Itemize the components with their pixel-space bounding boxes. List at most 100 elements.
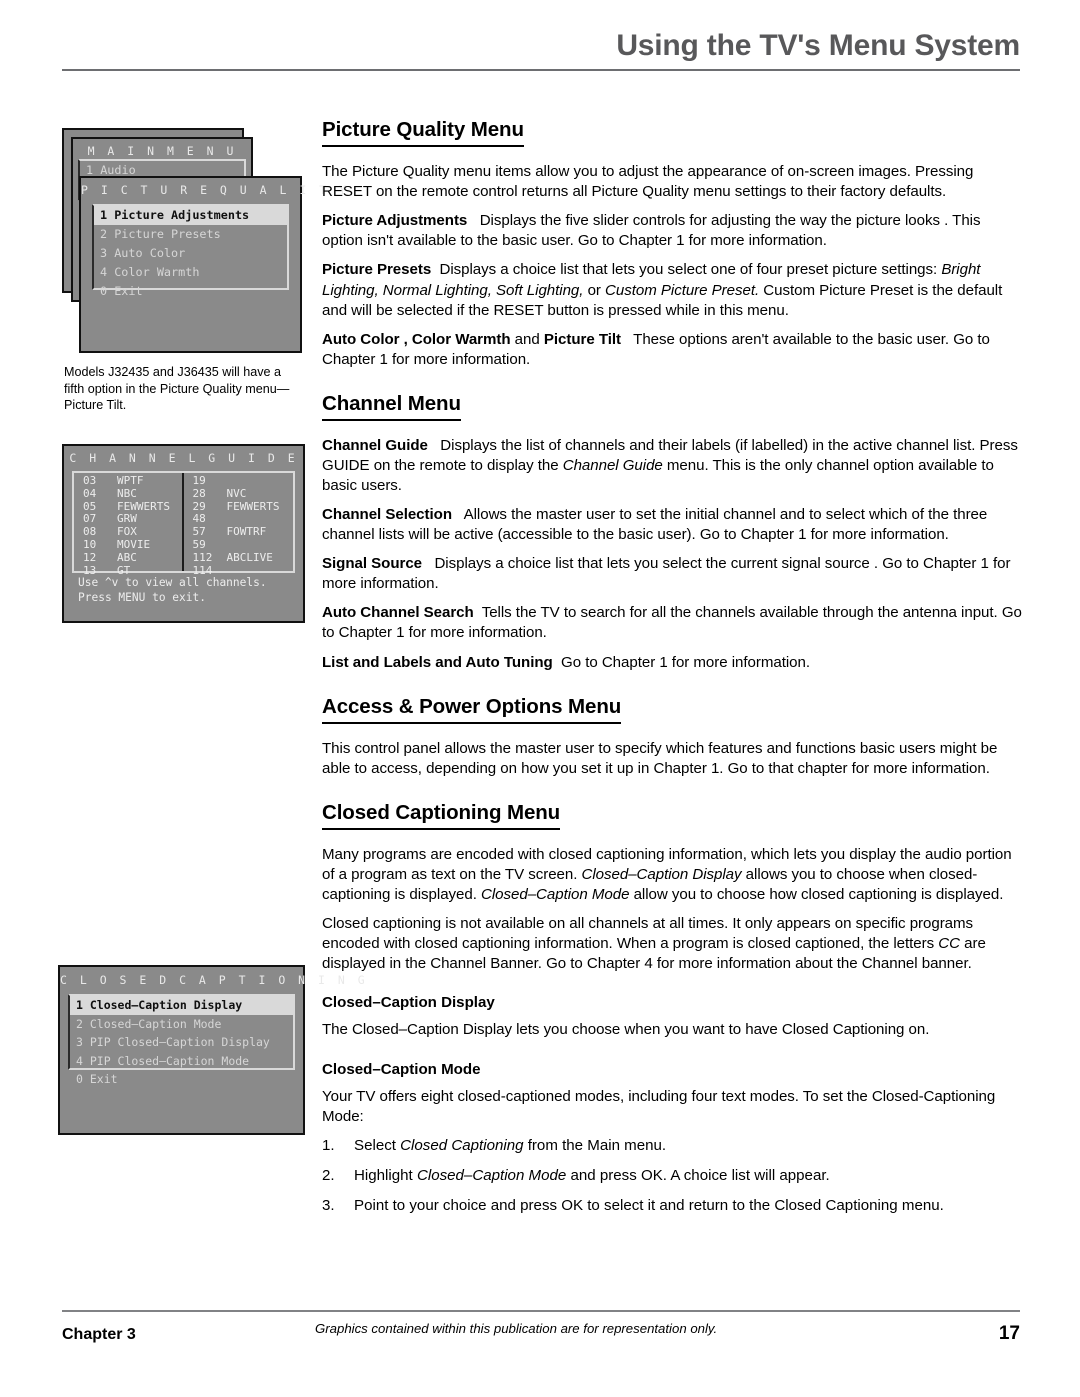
step-number: 2. — [322, 1166, 335, 1184]
paragraph-access-power: This control panel allows the master use… — [322, 739, 998, 777]
picture-quality-list: 1 Picture Adjustments 2 Picture Presets … — [92, 204, 289, 298]
paragraph-cc-availability: Closed captioning is not available on al… — [322, 914, 1022, 974]
text-list-labels: Go to Chapter 1 for more information. — [561, 653, 811, 671]
section-channel-menu: Channel Menu Channel Guide Displays the … — [322, 392, 1022, 673]
term-picture-adjustments: Picture Adjustments — [322, 212, 468, 230]
pq-item-color-warmth[interactable]: 4 Color Warmth — [94, 263, 287, 282]
main-menu-caption: Models J32435 and J36435 will have a fif… — [64, 365, 290, 413]
section-access-power: Access & Power Options Menu This control… — [322, 695, 1022, 779]
term-auto-channel-search: Auto Channel Search — [322, 604, 474, 622]
channel-label: ABC — [117, 550, 137, 564]
italic-cc-display: Closed–Caption Display — [581, 866, 742, 884]
channel-guide-footer: Use ^v to view all channels. Press MENU … — [72, 576, 295, 606]
paragraph-picture-adjustments: Picture Adjustments Displays the five sl… — [322, 211, 1022, 251]
channel-number: 10 — [83, 538, 97, 552]
channel-guide-column-right: 19 28 NVC 29 FEWWERTS 48 57 FOWTRF 59 112 AB… — [184, 473, 294, 576]
paragraph-closed-caption-display: The Closed–Caption Display lets you choo… — [322, 1021, 930, 1039]
page-header: Using the TV's Menu System — [62, 30, 1020, 71]
section-picture-quality: Picture Quality Menu The Picture Quality… — [322, 118, 1022, 370]
step-item: 1. Select Closed Captioning from the Main… — [322, 1136, 1022, 1156]
step-text-1: Highlight — [354, 1166, 417, 1184]
pq-item-auto-color[interactable]: 3 Auto Color — [94, 244, 287, 263]
italic-channel-guide: Channel Guide — [562, 457, 663, 474]
cc-item-exit[interactable]: 0 Exit — [70, 1070, 293, 1089]
italic-cc-letters: CC — [938, 935, 960, 953]
channel-label: GRW — [117, 512, 137, 526]
step-text-1: Point to your choice and press OK to sel… — [354, 1196, 944, 1214]
cc-item-display[interactable]: 1 Closed–Caption Display — [70, 996, 293, 1015]
channel-label: NVC — [226, 486, 247, 500]
pq-item-picture-adjustments[interactable]: 1 Picture Adjustments — [94, 206, 287, 225]
cc-item-mode[interactable]: 2 Closed–Caption Mode — [70, 1015, 293, 1034]
footer-note: Graphics contained within this publicati… — [315, 1321, 718, 1336]
step-number: 1. — [322, 1136, 335, 1154]
channel-guide-screenshot: C H A N N E L G U I D E 03 WPTF 04 NBC 05 F… — [62, 444, 305, 623]
closed-captioning-title: C L O S E D C A P T I O N I N G — [60, 973, 368, 987]
text-signal-source: Displays a choice list that lets you sel… — [322, 555, 1011, 593]
term-list-labels: List and Labels and Auto Tuning — [322, 653, 553, 671]
footer-row: Chapter 3 Graphics contained within this… — [62, 1312, 1020, 1345]
paragraph-signal-source: Signal Source Displays a choice list tha… — [322, 554, 1022, 594]
paragraph-picture-quality-intro: The Picture Quality menu items allow you… — [322, 163, 974, 201]
step-italic: Closed Captioning — [400, 1136, 524, 1154]
paragraph-channel-guide: Channel Guide Displays the list of chann… — [322, 436, 1022, 496]
channel-row[interactable]: 112 ABCLIVE — [184, 550, 294, 565]
step-italic: Closed–Caption Mode — [416, 1166, 567, 1184]
paragraph-list-labels: List and Labels and Auto Tuning Go to Ch… — [322, 653, 1022, 673]
cc-item-pip-display[interactable]: 3 PIP Closed–Caption Display — [70, 1033, 293, 1052]
channel-number: 04 — [83, 486, 97, 500]
step-item: 2. Highlight Closed–Caption Mode and pres… — [322, 1166, 1022, 1186]
term-auto-color: Auto Color , Color Warmth — [322, 330, 511, 348]
italic-preset-names-2: Custom Picture Preset. — [605, 281, 760, 299]
closed-caption-mode-steps: 1. Select Closed Captioning from the Main… — [322, 1136, 1022, 1216]
italic-cc-mode: Closed–Caption Mode — [481, 886, 630, 904]
channel-guide-column-left: 03 WPTF 04 NBC 05 FEWWERTS 07 GRW 08 FOX 10 MO… — [74, 473, 184, 577]
channel-label: WPTF — [117, 474, 144, 487]
channel-label: FEWWERTS — [117, 499, 170, 513]
cc-item-pip-mode[interactable]: 4 PIP Closed–Caption Mode — [70, 1052, 293, 1071]
channel-number: 19 — [192, 474, 206, 487]
channel-label: FOWTRF — [226, 525, 267, 539]
pq-item-picture-presets[interactable]: 2 Picture Presets — [94, 225, 287, 244]
channel-label: FEWWERTS — [226, 499, 280, 513]
channel-label: GT — [117, 563, 131, 577]
channel-number: 112 — [192, 550, 213, 564]
channel-guide-hint-scroll: Use ^v to view all channels. — [78, 576, 267, 589]
term-channel-selection: Channel Selection — [322, 506, 452, 524]
term-channel-guide: Channel Guide — [322, 436, 428, 454]
heading-closed-captioning-menu: Closed Captioning Menu — [322, 801, 560, 831]
paragraph-cc-overview: Many programs are encoded with closed ca… — [322, 845, 1022, 905]
term-signal-source: Signal Source — [322, 555, 423, 573]
channel-number: 12 — [83, 550, 97, 564]
page-footer: Chapter 3 Graphics contained within this… — [62, 1310, 1020, 1345]
closed-captioning-list: 1 Closed–Caption Display 2 Closed–Captio… — [68, 994, 295, 1086]
footer-page-number: 17 — [998, 1322, 1020, 1344]
step-text-1: Select — [354, 1136, 401, 1154]
channel-label: MOVIE — [117, 538, 151, 552]
channel-number: 28 — [192, 486, 206, 500]
channel-label: FOX — [117, 525, 137, 539]
channel-number: 03 — [83, 474, 97, 487]
picture-quality-title: P I C T U R E Q U A L I T Y — [81, 183, 349, 197]
channel-label: ABCLIVE — [226, 550, 273, 564]
text-picture-presets-2: or — [583, 281, 606, 299]
text-and: and — [510, 330, 544, 348]
footer-chapter-label: Chapter 3 — [62, 1325, 136, 1343]
term-picture-tilt: Picture Tilt — [543, 330, 621, 348]
section-closed-captioning: Closed Captioning Menu Many programs are… — [322, 801, 1022, 1216]
subheading-closed-caption-display: Closed–Caption Display — [322, 994, 495, 1012]
header-divider — [62, 68, 1020, 71]
paragraph-picture-presets: Picture Presets Displays a choice list t… — [322, 260, 1022, 320]
step-text-2: from the Main menu. — [523, 1136, 667, 1154]
channel-label: NBC — [117, 486, 137, 500]
pq-item-exit[interactable]: 0 Exit — [94, 282, 287, 301]
page-title: Using the TV's Menu System — [616, 29, 1020, 62]
channel-guide-title: C H A N N E L G U I D E — [69, 451, 298, 465]
heading-channel-menu: Channel Menu — [322, 392, 461, 421]
page: Using the TV's Menu System M A I N M E N… — [0, 0, 1080, 1397]
subheading-closed-caption-mode: Closed–Caption Mode — [322, 1060, 481, 1078]
main-content: Picture Quality Menu The Picture Quality… — [322, 118, 1022, 1226]
